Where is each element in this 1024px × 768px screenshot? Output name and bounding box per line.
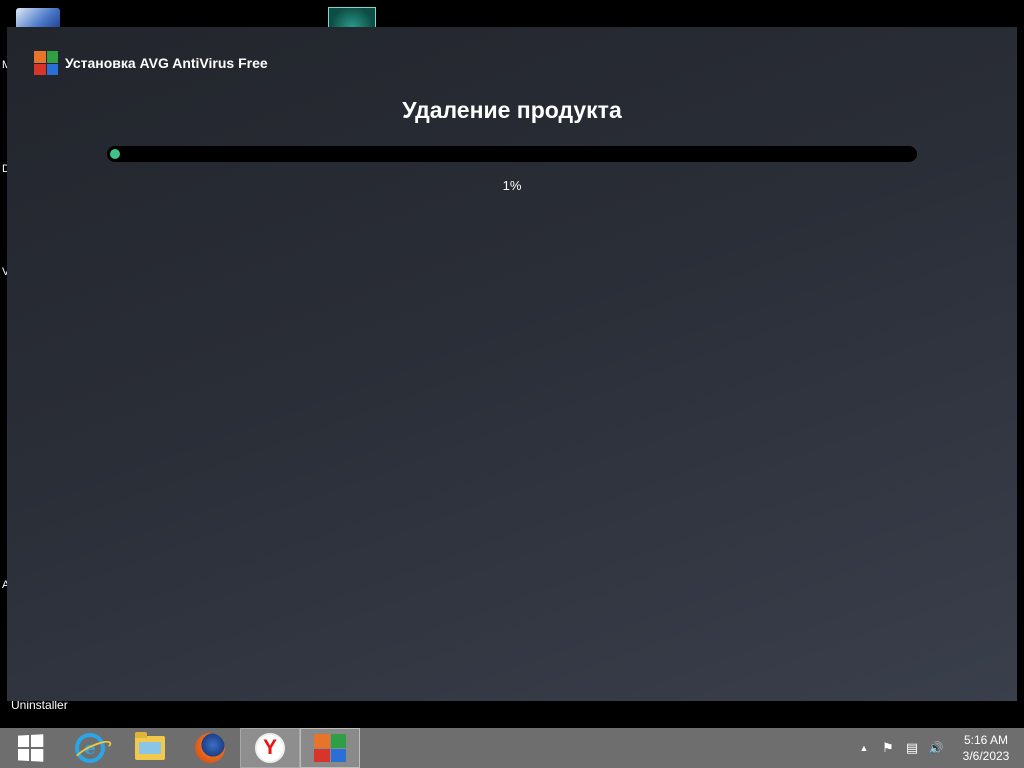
taskbar-avg[interactable] [300, 728, 360, 768]
avg-icon [314, 734, 346, 762]
progress-bar-fill [110, 149, 120, 159]
progress-bar [107, 146, 917, 162]
taskbar-file-explorer[interactable] [120, 728, 180, 768]
clock-date: 3/6/2023 [962, 749, 1010, 763]
taskbar-internet-explorer[interactable]: e [60, 728, 120, 768]
file-explorer-icon [135, 732, 165, 760]
taskbar-yandex-browser[interactable]: Y [240, 728, 300, 768]
network-icon[interactable]: ▤ [900, 740, 924, 756]
window-title: Установка AVG AntiVirus Free [65, 55, 268, 71]
clock[interactable]: 5:16 AM 3/6/2023 [954, 732, 1018, 764]
installer-window: Установка AVG AntiVirus Free Удаление пр… [7, 27, 1017, 701]
internet-explorer-icon: e [75, 733, 105, 763]
system-tray: ▲ ⚑ ▤ 🔊 5:16 AM 3/6/2023 [852, 728, 1024, 768]
show-hidden-icons-icon[interactable]: ▲ [852, 743, 876, 753]
taskbar: e Y ▲ ⚑ ▤ 🔊 5:16 AM 3/6/2023 [0, 728, 1024, 768]
clock-time: 5:16 AM [963, 733, 1009, 747]
avg-logo-icon [34, 51, 58, 75]
page-heading: Удаление продукта [402, 97, 622, 123]
firefox-icon [195, 733, 225, 763]
start-button[interactable] [0, 728, 60, 768]
taskbar-firefox[interactable] [180, 728, 240, 768]
windows-start-icon [18, 734, 44, 762]
installer-titlebar: Установка AVG AntiVirus Free [34, 51, 268, 75]
desktop: M D V A Uninstaller Установка AVG AntiVi… [0, 0, 1024, 728]
volume-icon[interactable]: 🔊 [924, 741, 948, 755]
action-center-flag-icon[interactable]: ⚑ [876, 740, 900, 756]
progress-percent-label: 1% [502, 178, 522, 193]
yandex-browser-icon: Y [255, 733, 285, 763]
